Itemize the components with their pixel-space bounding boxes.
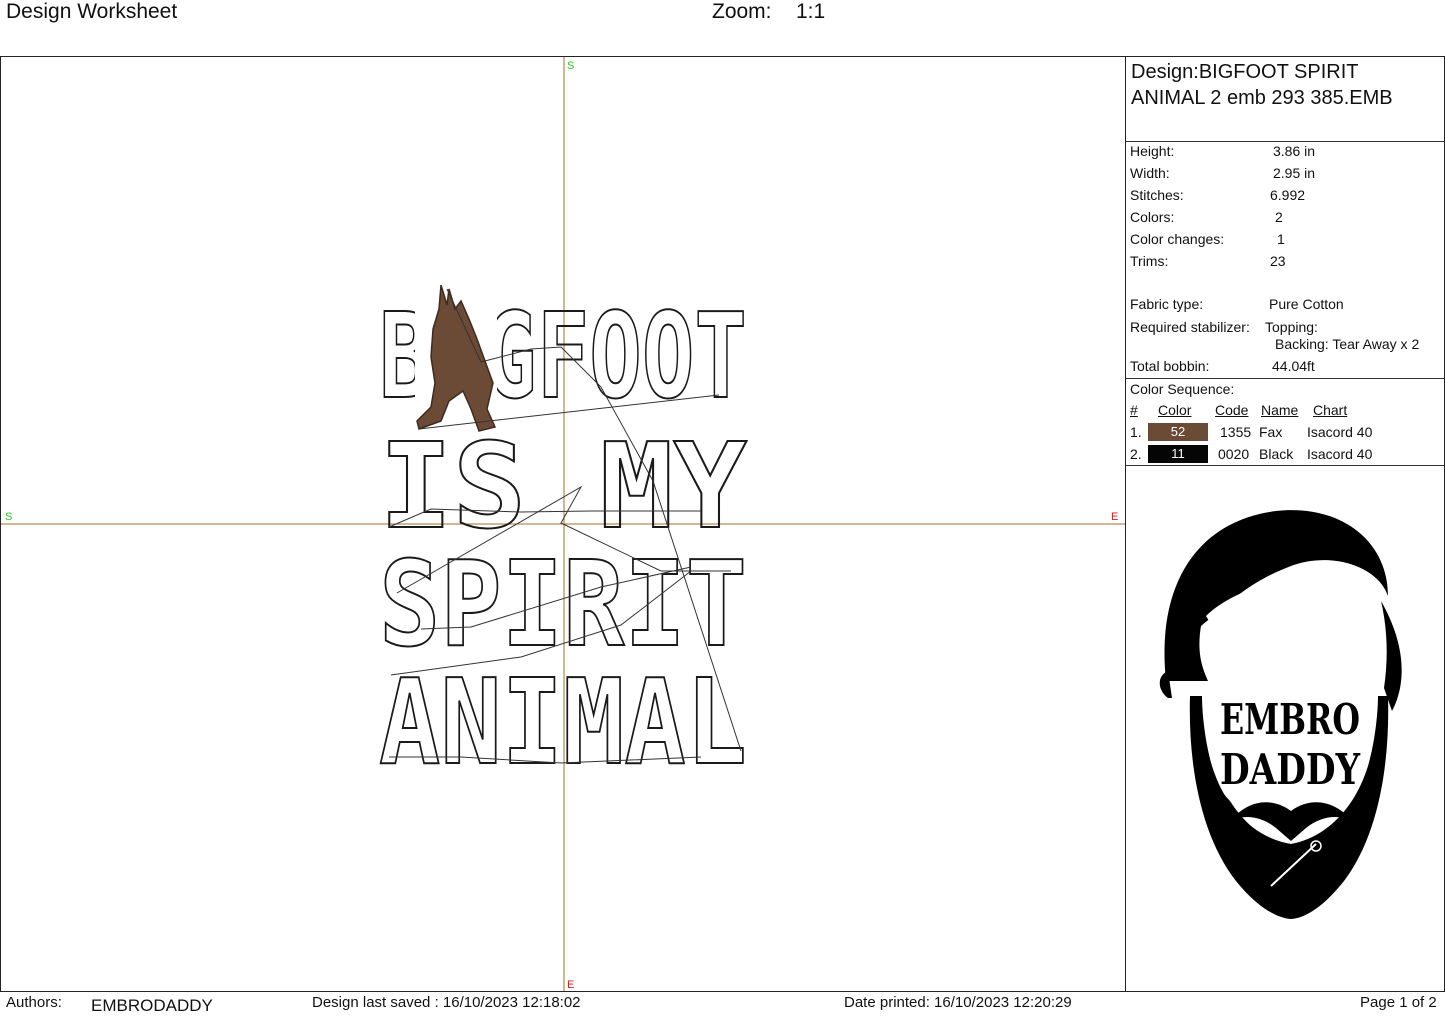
authors-label: Authors:: [6, 994, 62, 1011]
row-code: 1355: [1220, 424, 1252, 440]
info-panel: Design:BIGFOOT SPIRIT ANIMAL 2 emb 293 3…: [1126, 57, 1445, 991]
row-name: Fax: [1259, 424, 1283, 440]
design-name: Design:BIGFOOT SPIRIT ANIMAL 2 emb 293 3…: [1131, 61, 1393, 109]
stat-label-trims: Trims:: [1130, 253, 1169, 269]
col-header-name: Name: [1261, 402, 1299, 418]
axis-end-bottom: E: [567, 979, 574, 991]
stat-label-height: Height:: [1130, 143, 1175, 159]
col-header-code: Code: [1215, 402, 1249, 418]
stabilizer-topping: Topping:: [1265, 319, 1318, 335]
embrodaddy-logo: EMBRO DADDY: [1159, 510, 1402, 919]
color-swatch: 11: [1148, 445, 1208, 463]
authors-value: EMBRODADDY: [91, 996, 213, 1015]
bobbin-value: 44.04ft: [1272, 358, 1315, 374]
stat-label-width: Width:: [1130, 165, 1170, 181]
worksheet-title: Design Worksheet: [6, 0, 178, 23]
color-swatch: 52: [1148, 423, 1208, 441]
stat-label-colors: Colors:: [1130, 209, 1175, 225]
page-number: Page 1 of 2: [1360, 994, 1437, 1011]
axis-start-left: S: [5, 511, 12, 523]
bobbin-label: Total bobbin:: [1130, 358, 1210, 374]
col-header-chart: Chart: [1313, 402, 1348, 418]
zoom-value: 1:1: [796, 0, 826, 23]
last-saved: Design last saved : 16/10/2023 12:18:02: [312, 994, 581, 1011]
axis-start-top: S: [567, 60, 574, 72]
row-name: Black: [1259, 446, 1294, 462]
stat-value-stitches: 6.992: [1270, 187, 1306, 203]
date-printed: Date printed: 16/10/2023 12:20:29: [844, 994, 1072, 1011]
design-canvas: S S E E BIGFOOT IS MY SPIRIT ANIMAL: [0, 57, 1126, 991]
stabilizer-label: Required stabilizer:: [1130, 319, 1250, 335]
fabric-value: Pure Cotton: [1269, 296, 1344, 312]
col-header-color: Color: [1158, 402, 1192, 418]
design-line-4: ANIMAL: [379, 653, 747, 791]
col-header-num: #: [1130, 402, 1138, 418]
stat-value-colors: 2: [1275, 209, 1283, 225]
row-num: 2.: [1130, 446, 1142, 462]
zoom-label: Zoom:: [712, 0, 772, 23]
divider: [1126, 378, 1444, 379]
stat-value-height: 3.86 in: [1273, 143, 1316, 159]
row-num: 1.: [1130, 424, 1142, 440]
axis-end-right: E: [1111, 511, 1118, 523]
logo-line-embro: EMBRO: [1220, 695, 1360, 744]
divider: [1126, 141, 1444, 142]
stat-value-color-changes: 1: [1277, 231, 1285, 247]
fabric-label: Fabric type:: [1130, 296, 1204, 312]
stat-label-color-changes: Color changes:: [1130, 231, 1225, 247]
row-code: 0020: [1218, 446, 1250, 462]
design-preview: S S E E BIGFOOT IS MY SPIRIT ANIMAL: [1, 57, 1125, 991]
stat-value-width: 2.95 in: [1273, 165, 1316, 181]
bigfoot-figure: [415, 284, 497, 432]
logo-line-daddy: DADDY: [1220, 745, 1361, 794]
color-sequence-label: Color Sequence:: [1130, 381, 1235, 397]
stat-value-trims: 23: [1270, 253, 1286, 269]
row-chart: Isacord 40: [1307, 446, 1373, 462]
stabilizer-backing: Backing: Tear Away x 2: [1275, 336, 1420, 352]
stat-label-stitches: Stitches:: [1130, 187, 1184, 203]
row-chart: Isacord 40: [1307, 424, 1373, 440]
